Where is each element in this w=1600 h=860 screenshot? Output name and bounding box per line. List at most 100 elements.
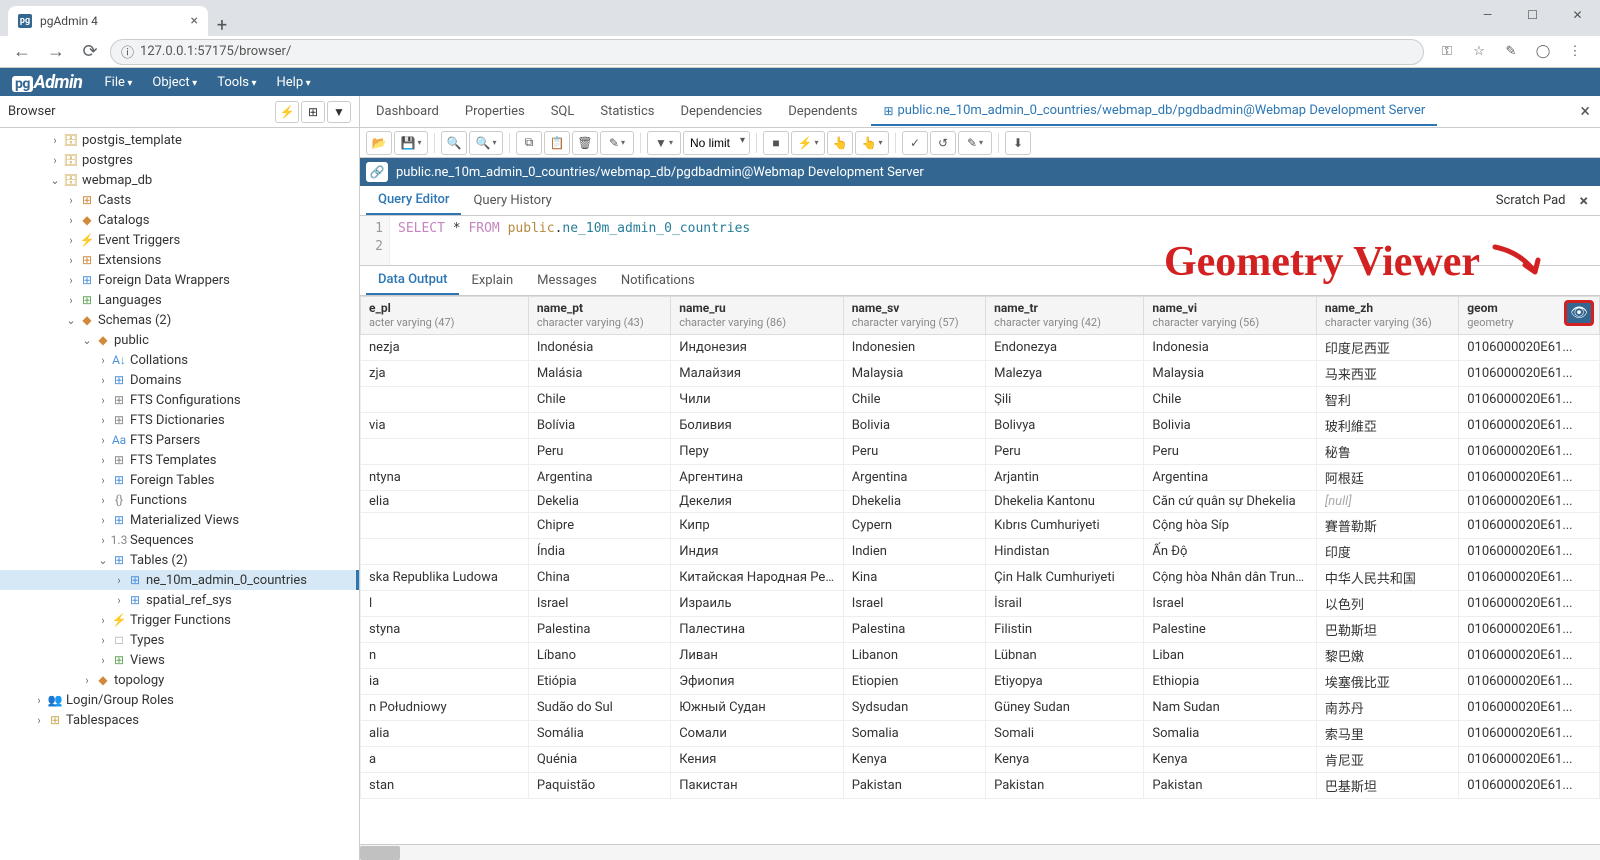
- table-cell[interactable]: 0106000020E61...: [1459, 565, 1600, 591]
- table-cell[interactable]: Malezya: [986, 361, 1144, 387]
- table-cell[interactable]: Chile: [1144, 387, 1316, 413]
- table-cell[interactable]: Bolivia: [1144, 413, 1316, 439]
- table-cell[interactable]: 0106000020E61...: [1459, 591, 1600, 617]
- tree-node[interactable]: ›⚡Event Triggers: [0, 230, 359, 250]
- table-cell[interactable]: Индия: [671, 539, 843, 565]
- table-cell[interactable]: ska Republika Ludowa: [361, 565, 529, 591]
- tree-node[interactable]: ›◆Catalogs: [0, 210, 359, 230]
- table-cell[interactable]: [361, 539, 529, 565]
- download-icon[interactable]: ⬇: [1005, 131, 1031, 155]
- table-cell[interactable]: 巴勒斯坦: [1316, 617, 1458, 643]
- table-cell[interactable]: [null]: [1316, 491, 1458, 513]
- table-cell[interactable]: zja: [361, 361, 529, 387]
- tree-node[interactable]: ›⊞Casts: [0, 190, 359, 210]
- menu-help[interactable]: Help: [269, 71, 319, 94]
- key-icon[interactable]: ⚿: [1436, 44, 1458, 59]
- table-cell[interactable]: ia: [361, 669, 529, 695]
- table-row[interactable]: ntynaArgentinaАргентинаArgentinaArjantin…: [361, 465, 1600, 491]
- clear-icon[interactable]: ✎: [958, 131, 992, 155]
- tree-node[interactable]: ›⊞Domains: [0, 370, 359, 390]
- expand-icon[interactable]: ›: [96, 454, 110, 467]
- table-cell[interactable]: 0106000020E61...: [1459, 387, 1600, 413]
- table-cell[interactable]: Индонезия: [671, 335, 843, 361]
- tab-statistics[interactable]: Statistics: [588, 98, 666, 125]
- menu-object[interactable]: Object: [144, 71, 205, 94]
- tree-node[interactable]: ›AaFTS Parsers: [0, 430, 359, 450]
- expand-icon[interactable]: ›: [64, 194, 78, 207]
- table-cell[interactable]: Палестина: [671, 617, 843, 643]
- table-cell[interactable]: l: [361, 591, 529, 617]
- tree-node[interactable]: ›⊞spatial_ref_sys: [0, 590, 359, 610]
- table-cell[interactable]: Israel: [1144, 591, 1316, 617]
- tree-node[interactable]: ›⊞ne_10m_admin_0_countries: [0, 570, 359, 590]
- column-header[interactable]: name_rucharacter varying (86): [671, 297, 843, 335]
- tab-notifications[interactable]: Notifications: [609, 267, 707, 294]
- table-cell[interactable]: Israel: [843, 591, 985, 617]
- table-cell[interactable]: Сомали: [671, 721, 843, 747]
- expand-icon[interactable]: ›: [48, 134, 62, 147]
- table-cell[interactable]: Israel: [528, 591, 670, 617]
- table-cell[interactable]: [361, 387, 529, 413]
- table-cell[interactable]: Paquistão: [528, 773, 670, 799]
- table-cell[interactable]: 肯尼亚: [1316, 747, 1458, 773]
- filter-rows-icon[interactable]: ▼: [647, 131, 681, 155]
- limit-select[interactable]: No limit: [683, 131, 750, 155]
- expand-icon[interactable]: ›: [64, 294, 78, 307]
- table-cell[interactable]: [361, 513, 529, 539]
- table-cell[interactable]: Chipre: [528, 513, 670, 539]
- table-cell[interactable]: 0106000020E61...: [1459, 361, 1600, 387]
- table-row[interactable]: ÍndiaИндияIndienHindistanẤn Độ印度01060000…: [361, 539, 1600, 565]
- column-header[interactable]: e_placter varying (47): [361, 297, 529, 335]
- tree-node[interactable]: ⌄⊞Tables (2): [0, 550, 359, 570]
- tree-node[interactable]: ›⊞FTS Configurations: [0, 390, 359, 410]
- table-cell[interactable]: Kenya: [1144, 747, 1316, 773]
- expand-icon[interactable]: ⌄: [64, 314, 78, 327]
- table-cell[interactable]: Endonezya: [986, 335, 1144, 361]
- table-cell[interactable]: Ấn Độ: [1144, 539, 1316, 565]
- table-cell[interactable]: Güney Sudan: [986, 695, 1144, 721]
- tree-node[interactable]: ›🗄postgis_template: [0, 130, 359, 150]
- table-cell[interactable]: Аргентина: [671, 465, 843, 491]
- table-row[interactable]: ChileЧилиChileŞiliChile智利0106000020E61..…: [361, 387, 1600, 413]
- table-row[interactable]: viaBolíviaБоливияBoliviaBolivyaBolivia玻利…: [361, 413, 1600, 439]
- tree-node[interactable]: ›□Types: [0, 630, 359, 650]
- table-cell[interactable]: Palestine: [1144, 617, 1316, 643]
- table-cell[interactable]: Etiyopya: [986, 669, 1144, 695]
- table-cell[interactable]: Indien: [843, 539, 985, 565]
- tab-query-editor[interactable]: Query Editor: [366, 186, 461, 215]
- table-cell[interactable]: 0106000020E61...: [1459, 617, 1600, 643]
- tree-node[interactable]: ⌄🗄webmap_db: [0, 170, 359, 190]
- table-cell[interactable]: 0106000020E61...: [1459, 747, 1600, 773]
- table-cell[interactable]: Căn cứ quân sự Dhekelia: [1144, 491, 1316, 513]
- table-row[interactable]: stanPaquistãoПакистанPakistanPakistanPak…: [361, 773, 1600, 799]
- tab-query-history[interactable]: Query History: [461, 187, 563, 214]
- table-cell[interactable]: Bolivia: [843, 413, 985, 439]
- menu-icon[interactable]: ⋮: [1564, 44, 1586, 59]
- table-row[interactable]: eliaDekeliaДекелияDhekeliaDhekelia Kanto…: [361, 491, 1600, 513]
- table-cell[interactable]: 0106000020E61...: [1459, 335, 1600, 361]
- tree-node[interactable]: ›A↓Collations: [0, 350, 359, 370]
- expand-icon[interactable]: ›: [96, 374, 110, 387]
- table-cell[interactable]: Líbano: [528, 643, 670, 669]
- table-cell[interactable]: Кипр: [671, 513, 843, 539]
- table-cell[interactable]: a: [361, 747, 529, 773]
- table-row[interactable]: nezjaIndonésiaИндонезияIndonesienEndonez…: [361, 335, 1600, 361]
- table-cell[interactable]: Малайзия: [671, 361, 843, 387]
- expand-icon[interactable]: ›: [96, 494, 110, 507]
- table-cell[interactable]: İsrail: [986, 591, 1144, 617]
- table-row[interactable]: nLíbanoЛиванLibanonLübnanLiban黎巴嫩0106000…: [361, 643, 1600, 669]
- expand-icon[interactable]: ›: [64, 274, 78, 287]
- table-cell[interactable]: ntyna: [361, 465, 529, 491]
- table-cell[interactable]: 埃塞俄比亚: [1316, 669, 1458, 695]
- table-cell[interactable]: 0106000020E61...: [1459, 643, 1600, 669]
- table-cell[interactable]: Cộng hòa Síp: [1144, 513, 1316, 539]
- expand-icon[interactable]: ›: [64, 234, 78, 247]
- table-cell[interactable]: 马来西亚: [1316, 361, 1458, 387]
- table-cell[interactable]: Indonésia: [528, 335, 670, 361]
- table-cell[interactable]: Sydsudan: [843, 695, 985, 721]
- star-icon[interactable]: ☆: [1468, 44, 1490, 59]
- table-cell[interactable]: Hindistan: [986, 539, 1144, 565]
- table-cell[interactable]: Nam Sudan: [1144, 695, 1316, 721]
- table-cell[interactable]: 0106000020E61...: [1459, 669, 1600, 695]
- table-cell[interactable]: Índia: [528, 539, 670, 565]
